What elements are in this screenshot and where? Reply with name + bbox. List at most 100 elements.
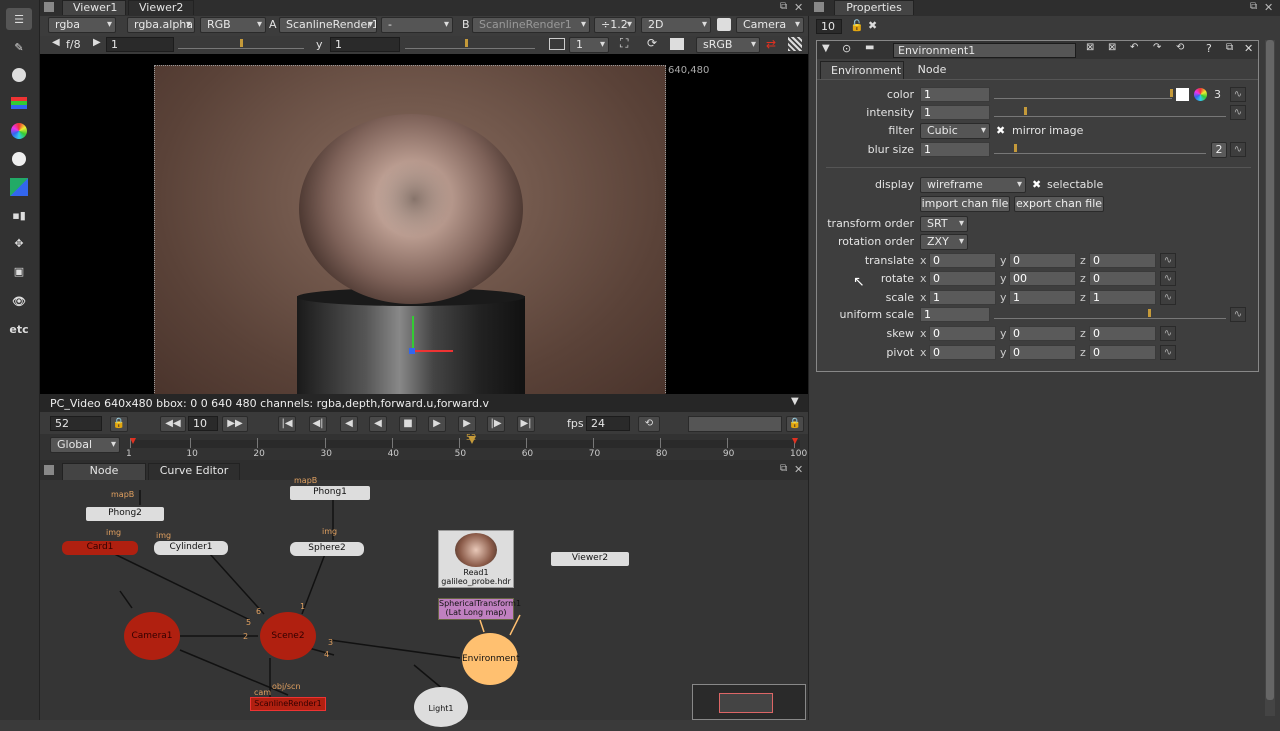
tab-viewer2[interactable]: Viewer2 <box>128 0 194 15</box>
prev-frame-icon[interactable]: ◀ <box>340 416 358 432</box>
loop-icon[interactable]: ⟲ <box>638 416 660 432</box>
pivot-z-field[interactable]: 0 <box>1089 345 1156 360</box>
intensity-slider[interactable] <box>994 105 1226 117</box>
scale-x-field[interactable]: 1 <box>929 290 996 305</box>
timeline-slider[interactable]: 1 10 20 30 40 50 60 70 80 90 100 52 <box>126 433 807 460</box>
props-pane-menu-icon[interactable] <box>814 2 824 12</box>
next-frame-icon[interactable]: ▶ <box>458 416 476 432</box>
channels-dropdown[interactable]: rgba <box>48 17 116 33</box>
node-scene2[interactable]: Scene2 <box>260 612 316 660</box>
keyer-icon[interactable] <box>6 176 32 198</box>
close-panel-icon[interactable]: ✕ <box>1244 42 1253 55</box>
gain-slider[interactable] <box>178 37 304 49</box>
node-environment[interactable]: Environment <box>462 633 519 685</box>
tab-viewer1[interactable]: Viewer1 <box>62 0 126 15</box>
fstop-up-icon[interactable]: ▶ <box>93 37 101 48</box>
selectable-checkbox[interactable]: ✖ <box>1032 178 1041 191</box>
rotate-x-field[interactable]: 0 <box>929 271 996 286</box>
wipe-icon[interactable] <box>788 37 802 51</box>
center-node-icon[interactable]: ⊙ <box>842 42 851 55</box>
translate-anim-icon[interactable]: ∿ <box>1160 253 1176 268</box>
prev-keyframe-icon[interactable]: ◀| <box>309 416 327 432</box>
uniform-scale-anim-icon[interactable]: ∿ <box>1230 307 1246 322</box>
rotate-y-field[interactable]: 00 <box>1009 271 1076 286</box>
compare-mode-dropdown[interactable]: - <box>381 17 453 33</box>
blur-field[interactable]: 1 <box>920 142 990 157</box>
rotation-order-dropdown[interactable]: ZXY <box>920 234 968 250</box>
roi-icon[interactable] <box>549 38 565 50</box>
lut-dropdown[interactable]: sRGB <box>696 37 760 53</box>
node-scanline-render[interactable]: ScanlineRender1 <box>250 697 326 711</box>
ng-float-icon[interactable]: ⧉ <box>780 463 787 474</box>
color-channel-count[interactable]: 3 <box>1214 88 1221 101</box>
camera-icon[interactable] <box>717 18 731 31</box>
max-panels-field[interactable]: 10 <box>816 19 842 34</box>
refresh-icon[interactable]: ⟳ <box>647 36 663 52</box>
3d-icon[interactable]: ▣ <box>6 260 32 282</box>
clip-warning-icon[interactable]: ⇄ <box>766 37 776 51</box>
uniform-scale-slider[interactable] <box>994 307 1226 319</box>
clear-panels-icon[interactable]: ✖ <box>868 19 877 32</box>
scale-anim-icon[interactable]: ∿ <box>1160 290 1176 305</box>
color-wheel-icon[interactable] <box>1194 88 1207 101</box>
draw-icon[interactable] <box>6 64 32 86</box>
uniform-scale-field[interactable]: 1 <box>920 307 990 322</box>
merge-icon[interactable]: ▪▮ <box>6 204 32 226</box>
node-cylinder1[interactable]: Cylinder1 <box>154 541 228 555</box>
camera-dropdown[interactable]: Camera <box>736 17 804 33</box>
node-phong2[interactable]: Phong2 <box>86 507 164 521</box>
float-pane-icon[interactable]: ⧉ <box>780 1 787 12</box>
proxy-dropdown[interactable]: 1 <box>569 37 609 53</box>
tab-curve-editor[interactable]: Curve Editor <box>148 463 240 480</box>
lock-icon[interactable]: 🔒 <box>110 416 128 432</box>
node-name-field[interactable]: Environment1 <box>893 43 1076 58</box>
paint-brush-icon[interactable]: ✎ <box>6 36 32 58</box>
intensity-anim-icon[interactable]: ∿ <box>1230 105 1246 120</box>
color-icon[interactable] <box>6 120 32 142</box>
display-channel-dropdown[interactable]: RGB <box>200 17 266 33</box>
node-color-icon[interactable]: ▬ <box>865 42 874 53</box>
gamma-field[interactable]: 1 <box>330 37 400 52</box>
close-x2-icon[interactable]: ⊠ <box>1108 42 1116 53</box>
out-point-marker[interactable] <box>792 438 798 444</box>
pivot-anim-icon[interactable]: ∿ <box>1160 345 1176 360</box>
translate-x-field[interactable]: 0 <box>929 253 996 268</box>
close-x-icon[interactable]: ⊠ <box>1086 42 1094 53</box>
stop-icon[interactable]: ■ <box>399 416 417 432</box>
intensity-field[interactable]: 1 <box>920 105 990 120</box>
display-dropdown[interactable]: wireframe <box>920 177 1026 193</box>
downrez-dropdown[interactable]: ÷1.2 <box>594 17 636 33</box>
scale-y-field[interactable]: 1 <box>1009 290 1076 305</box>
transform-icon[interactable]: ✥ <box>6 232 32 254</box>
alpha-dropdown[interactable]: rgba.alpha <box>127 17 195 33</box>
tab-node-graph[interactable]: Node Graph <box>62 463 146 491</box>
scale-z-field[interactable]: 1 <box>1089 290 1156 305</box>
color-anim-icon[interactable]: ∿ <box>1230 87 1246 102</box>
blur-count-button[interactable]: 2 <box>1211 142 1227 158</box>
revert-icon[interactable]: ⟲ <box>1176 42 1184 53</box>
node-viewer2[interactable]: Viewer2 <box>551 552 629 566</box>
translate-y-field[interactable]: 0 <box>1009 253 1076 268</box>
export-chan-button[interactable]: export chan file <box>1014 196 1104 212</box>
fstop-down-icon[interactable]: ◀ <box>52 37 60 48</box>
skew-anim-icon[interactable]: ∿ <box>1160 326 1176 341</box>
node-phong1[interactable]: Phong1 <box>290 486 370 500</box>
collapse-icon[interactable]: ▼ <box>822 43 830 54</box>
fps-field[interactable]: 24 <box>586 416 630 431</box>
help-icon[interactable]: ? <box>1206 42 1212 55</box>
tab-environment[interactable]: Environment <box>820 61 904 79</box>
skew-y-field[interactable]: 0 <box>1009 326 1076 341</box>
transform-order-dropdown[interactable]: SRT <box>920 216 968 232</box>
playback-range-field[interactable] <box>688 416 782 432</box>
blur-anim-icon[interactable]: ∿ <box>1230 142 1246 157</box>
last-frame-icon[interactable]: ▶| <box>517 416 535 432</box>
step-field[interactable]: 10 <box>188 416 218 431</box>
play-backward-icon[interactable]: ◀ <box>369 416 387 432</box>
ng-pane-menu-icon[interactable] <box>44 465 54 475</box>
node-light1[interactable]: Light1 <box>414 687 468 727</box>
translate-z-field[interactable]: 0 <box>1089 253 1156 268</box>
step-forward-icon[interactable]: ▶▶ <box>222 416 248 432</box>
color-field[interactable]: 1 <box>920 87 990 102</box>
skew-z-field[interactable]: 0 <box>1089 326 1156 341</box>
color-slider[interactable] <box>994 87 1173 99</box>
